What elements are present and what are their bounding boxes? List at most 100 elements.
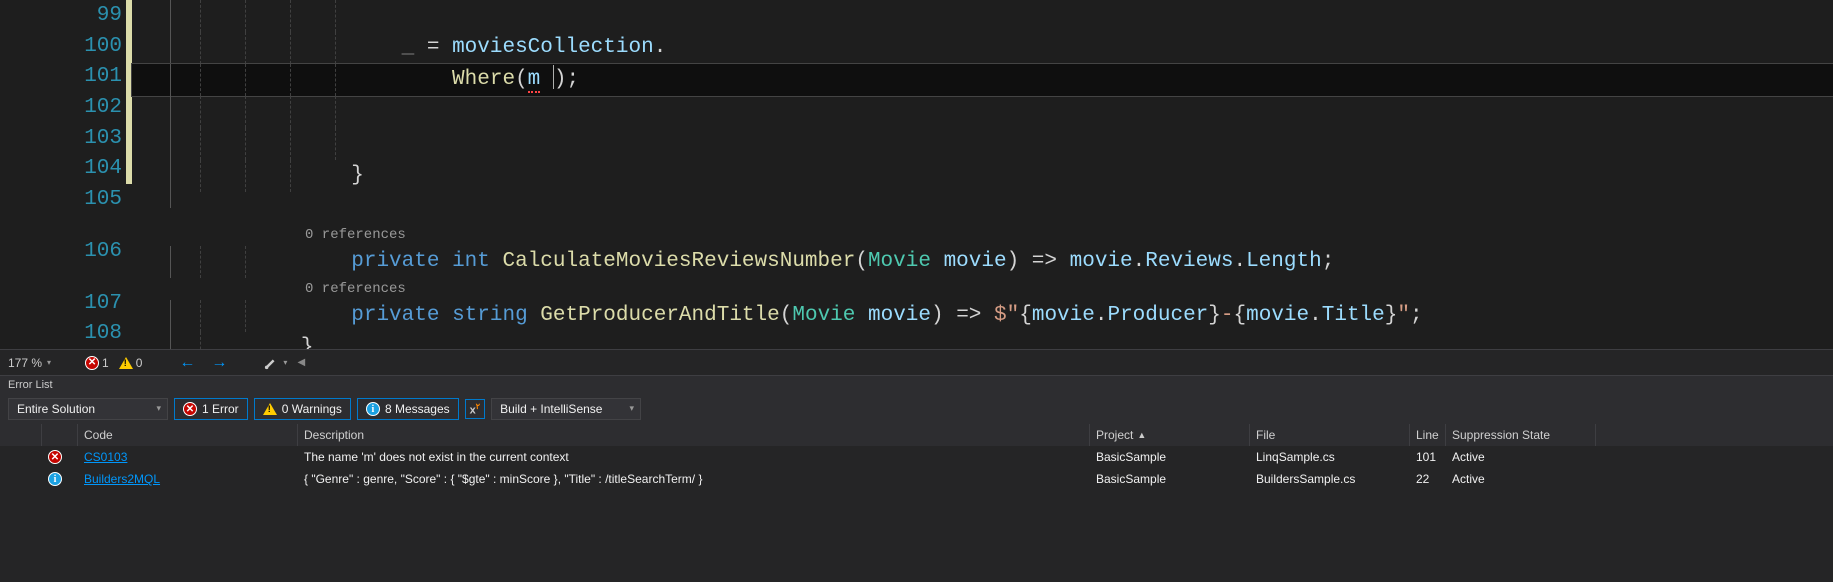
error-icon: ✕ <box>85 356 99 370</box>
code-token: Producer <box>1107 304 1208 327</box>
codelens[interactable]: 0 references <box>132 278 1833 300</box>
gutter-row: 101✕ <box>0 61 132 92</box>
code-token: private <box>351 304 439 327</box>
header-suppression[interactable]: Suppression State <box>1446 424 1596 446</box>
code-area[interactable]: _ = moviesCollection. Where(m ); } 0 refe… <box>132 0 1833 349</box>
code-token: GetProducerAndTitle <box>540 304 779 327</box>
gutter-row: 105 <box>0 184 132 215</box>
fold-bar <box>170 32 171 64</box>
code-token: Title <box>1322 304 1385 327</box>
code-token: ( <box>855 250 868 273</box>
code-token: . <box>1133 250 1146 273</box>
line-number: 99 <box>97 4 122 27</box>
indent-guide <box>245 300 246 332</box>
code-line[interactable]: Where(m ); <box>132 64 1833 96</box>
error-list-grid[interactable]: Code Description Project▲ File Line Supp… <box>0 424 1833 582</box>
code-token: movie <box>868 304 931 327</box>
code-token <box>200 250 351 273</box>
header-icon[interactable] <box>42 424 78 446</box>
warning-count-value: 0 <box>136 356 143 370</box>
code-token: m <box>528 68 541 93</box>
chevron-down-icon: ▾ <box>47 358 51 367</box>
code-line[interactable]: private int CalculateMoviesReviewsNumber… <box>132 246 1833 278</box>
gutter-row: 100 <box>0 31 132 62</box>
gutter: 99100101✕102103104105106107108 <box>0 0 132 349</box>
warning-count[interactable]: 0 <box>119 356 143 370</box>
nav-forward[interactable]: → <box>208 354 230 372</box>
row-blank <box>0 446 42 468</box>
gutter-row: 102 <box>0 92 132 123</box>
warnings-filter[interactable]: 0 Warnings <box>254 398 351 420</box>
code-token: ; <box>1410 304 1423 327</box>
code-line[interactable] <box>132 128 1833 160</box>
indent-guide <box>245 96 246 128</box>
arrow-left-icon: ← <box>176 354 198 372</box>
code-editor[interactable]: 99100101✕102103104105106107108 _ = movie… <box>0 0 1833 349</box>
code-line[interactable]: } <box>132 332 1833 349</box>
scroll-left[interactable]: ◀ <box>297 357 305 368</box>
code-line[interactable]: } <box>132 160 1833 192</box>
code-line[interactable]: private string GetProducerAndTitle(Movie… <box>132 300 1833 332</box>
code-token: Movie <box>792 304 855 327</box>
header-line[interactable]: Line <box>1410 424 1446 446</box>
code-line[interactable]: _ = moviesCollection. <box>132 32 1833 64</box>
code-link[interactable]: CS0103 <box>84 450 127 464</box>
row-line: 101 <box>1410 446 1446 468</box>
code-token: . <box>1233 250 1246 273</box>
code-token <box>528 304 541 327</box>
clear-filter-button[interactable]: x۲ <box>465 399 485 420</box>
code-token: private <box>351 250 439 273</box>
warning-icon <box>263 403 277 415</box>
filter-icon: x۲ <box>470 402 480 417</box>
row-file: BuildersSample.cs <box>1250 468 1410 490</box>
indent-guide <box>335 64 336 96</box>
error-list-row[interactable]: iBuilders2MQL{ "Genre" : genre, "Score" … <box>0 468 1833 490</box>
indent-guide <box>200 332 201 349</box>
triangle-left-icon: ◀ <box>297 357 305 368</box>
code-token: string <box>452 304 528 327</box>
indent-guide <box>245 0 246 32</box>
errors-filter[interactable]: ✕ 1 Error <box>174 398 248 420</box>
header-project[interactable]: Project▲ <box>1090 424 1250 446</box>
line-number: 105 <box>84 188 122 211</box>
indent-guide <box>245 160 246 192</box>
scope-combo[interactable]: Entire Solution <box>8 398 168 420</box>
messages-filter[interactable]: i 8 Messages <box>357 398 459 420</box>
row-code[interactable]: CS0103 <box>78 446 298 468</box>
row-code[interactable]: Builders2MQL <box>78 468 298 490</box>
codelens[interactable]: 0 references <box>132 224 1833 246</box>
code-line[interactable] <box>132 192 1833 224</box>
brush-tool[interactable]: ▾ <box>264 356 287 370</box>
error-icon: ✕ <box>48 450 62 464</box>
code-line[interactable] <box>132 96 1833 128</box>
header-file[interactable]: File <box>1250 424 1410 446</box>
line-number: 104 <box>84 157 122 180</box>
indent-guide <box>200 32 201 64</box>
code-token: _ <box>402 36 415 59</box>
gutter-row: 106 <box>0 236 132 267</box>
code-token: Movie <box>868 250 931 273</box>
header-description[interactable]: Description <box>298 424 1090 446</box>
row-line: 22 <box>1410 468 1446 490</box>
code-line[interactable] <box>132 0 1833 32</box>
code-token <box>200 68 452 91</box>
header-code[interactable]: Code <box>78 424 298 446</box>
code-token: ; <box>567 68 580 91</box>
error-list-row[interactable]: ✕CS0103The name 'm' does not exist in th… <box>0 446 1833 468</box>
indent-guide <box>290 96 291 128</box>
source-combo[interactable]: Build + IntelliSense <box>491 398 641 420</box>
header-blank[interactable] <box>0 424 42 446</box>
row-suppression: Active <box>1446 468 1596 490</box>
error-count[interactable]: ✕ 1 <box>85 356 109 370</box>
code-token: } <box>200 336 313 349</box>
code-token: $" <box>994 304 1019 327</box>
grid-header: Code Description Project▲ File Line Supp… <box>0 424 1833 446</box>
code-token: Reviews <box>1145 250 1233 273</box>
indent-guide <box>200 0 201 32</box>
indent-guide <box>245 32 246 64</box>
zoom-level[interactable]: 177 % ▾ <box>8 356 51 370</box>
code-token: . <box>1309 304 1322 327</box>
nav-back[interactable]: ← <box>176 354 198 372</box>
code-link[interactable]: Builders2MQL <box>84 472 160 486</box>
line-number: 108 <box>84 322 122 345</box>
